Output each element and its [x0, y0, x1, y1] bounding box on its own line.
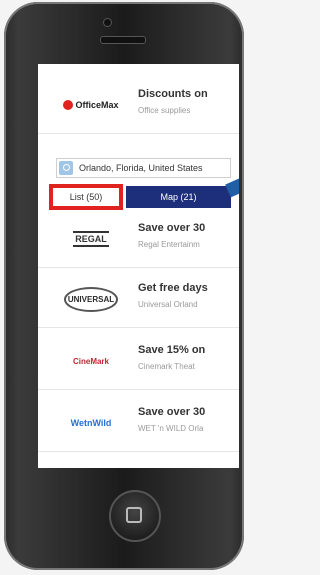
universal-logo: UNIVERSAL — [60, 284, 122, 314]
officemax-logo: OfficeMax — [60, 90, 122, 120]
camera-icon — [103, 18, 112, 27]
location-pin-icon — [59, 161, 73, 175]
home-button[interactable] — [109, 490, 161, 542]
home-square-icon — [126, 507, 142, 523]
deal-title: Get free days — [138, 282, 208, 294]
phone-frame: OfficeMax Discounts on Office supplies O… — [4, 2, 244, 570]
list-item[interactable]: WetnWild Save over 30 WET 'n WILD Orla — [38, 396, 239, 452]
deal-subtitle: Regal Entertainm — [138, 240, 200, 249]
deal-title: Discounts on — [138, 88, 208, 100]
cinemark-logo: CineMark — [60, 346, 122, 376]
location-field[interactable]: Orlando, Florida, United States — [56, 158, 231, 178]
deal-title: Save over 30 — [138, 406, 206, 418]
list-item[interactable]: OfficeMax Discounts on Office supplies — [38, 78, 239, 134]
brand-label: CineMark — [72, 356, 109, 366]
speaker-grille — [100, 36, 146, 44]
list-item[interactable]: CineMark Save 15% on Cinemark Theat — [38, 334, 239, 390]
brand-label: WetnWild — [70, 418, 112, 428]
app-screen: OfficeMax Discounts on Office supplies O… — [38, 64, 239, 468]
deal-subtitle: Universal Orland — [138, 300, 198, 309]
list-item[interactable]: UNIVERSAL Get free days Universal Orland — [38, 272, 239, 328]
brand-label: UNIVERSAL — [63, 286, 119, 312]
location-value: Orlando, Florida, United States — [79, 163, 203, 173]
wetnwild-logo: WetnWild — [60, 408, 122, 438]
deal-title: Save 15% on — [138, 344, 206, 356]
tab-list-label: List (50) — [69, 192, 103, 202]
tab-map[interactable]: Map (21) — [126, 186, 231, 208]
deal-subtitle: Cinemark Theat — [138, 362, 195, 371]
deal-subtitle: WET 'n WILD Orla — [138, 424, 204, 433]
tab-map-label: Map (21) — [160, 192, 197, 202]
brand-label: OfficeMax — [75, 100, 119, 110]
officemax-logo-icon — [63, 100, 74, 110]
list-item[interactable]: REGAL Save over 30 Regal Entertainm — [38, 212, 239, 268]
tab-list[interactable]: List (50) — [49, 184, 123, 210]
deal-title: Save over 30 — [138, 222, 206, 234]
regal-logo: REGAL — [60, 224, 122, 254]
brand-label: REGAL — [73, 231, 109, 247]
deal-subtitle: Office supplies — [138, 106, 191, 115]
